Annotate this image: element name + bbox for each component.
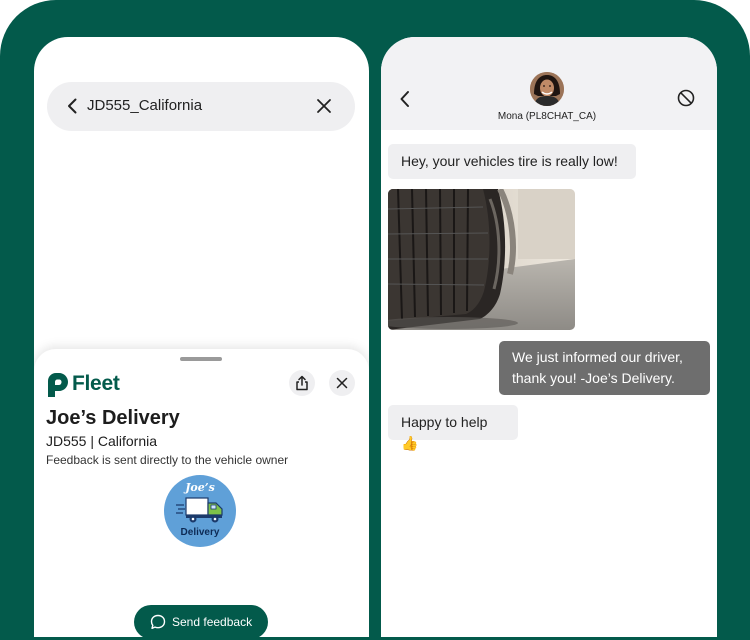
- vehicle-bottom-sheet: Fleet Joe’s Delivery JD555 | California …: [34, 349, 369, 637]
- chat-bubble-icon: [150, 614, 166, 629]
- search-query[interactable]: JD555_California: [87, 97, 202, 114]
- chevron-left-icon[interactable]: [63, 96, 83, 116]
- badge-top-text: Joe’s: [185, 481, 215, 494]
- close-sheet-button[interactable]: [329, 370, 355, 396]
- business-name: Joe’s Delivery: [46, 407, 180, 429]
- chevron-left-icon[interactable]: [398, 89, 412, 109]
- share-button[interactable]: [289, 370, 315, 396]
- contact-avatar[interactable]: [530, 72, 564, 106]
- flat-tire-photo: [388, 189, 575, 330]
- close-icon[interactable]: [315, 97, 333, 115]
- chat-header: Mona (PL8CHAT_CA): [381, 37, 717, 130]
- send-feedback-label: Send feedback: [172, 615, 253, 629]
- phone-screen-right: Mona (PL8CHAT_CA) Hey, your vehicles tir…: [381, 37, 717, 637]
- message-image-flat-tire[interactable]: [388, 189, 575, 330]
- badge-bottom-text: Delivery: [180, 527, 220, 538]
- contact-name: Mona (PL8CHAT_CA): [497, 111, 597, 122]
- share-icon: [296, 375, 308, 391]
- block-icon[interactable]: [676, 88, 696, 108]
- send-feedback-button[interactable]: Send feedback: [134, 605, 268, 637]
- search-bar[interactable]: JD555_California: [47, 82, 355, 131]
- contact-avatar-image: [530, 72, 564, 106]
- business-avatar: Joe’s Delivery: [164, 475, 236, 547]
- fleet-logo-icon: [48, 373, 68, 397]
- plate-info: JD555 | California: [46, 433, 158, 449]
- logo-text: Fleet: [72, 372, 120, 395]
- phone-screen-left: JD555_California Fleet Joe’s Delivery JD…: [34, 37, 369, 637]
- message-outgoing: We just informed our driver, thank you! …: [499, 341, 710, 395]
- sheet-drag-handle[interactable]: [180, 357, 222, 361]
- fleet-logo: Fleet: [46, 372, 166, 398]
- delivery-truck-icon: [176, 497, 223, 523]
- message-incoming: Hey, your vehicles tire is really low!: [388, 144, 636, 179]
- feedback-note: Feedback is sent directly to the vehicle…: [46, 453, 289, 467]
- message-incoming: Happy to help 👍: [388, 405, 518, 451]
- close-icon: [336, 377, 348, 389]
